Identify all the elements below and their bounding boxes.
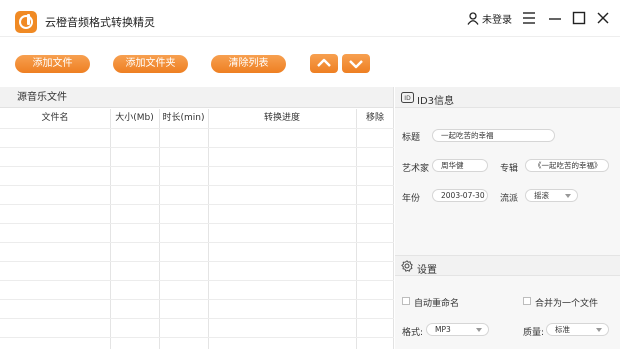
- chevron-up-icon: [317, 58, 331, 67]
- row-divider: [0, 223, 394, 224]
- artist-label: 艺术家: [402, 164, 430, 174]
- column-divider: [356, 109, 357, 349]
- auto-rename-checkbox[interactable]: [402, 297, 410, 305]
- format-select[interactable]: MP3: [426, 323, 489, 336]
- year-field[interactable]: 2003-07-30: [432, 189, 488, 202]
- merge-label: 合并为一个文件: [535, 299, 599, 309]
- row-divider: [0, 147, 394, 148]
- title-bar: 云橙音频格式转换精灵 未登录: [0, 0, 620, 37]
- merge-checkbox[interactable]: [523, 297, 531, 305]
- title-label: 标题: [402, 133, 421, 143]
- chevron-down-icon: [349, 60, 363, 69]
- menu-icon[interactable]: [521, 10, 537, 26]
- user-icon: [467, 12, 479, 25]
- column-divider: [208, 109, 209, 349]
- format-label: 格式:: [402, 328, 424, 338]
- add-folder-button[interactable]: 添加文件夹: [113, 55, 188, 73]
- side-panel: ID ID3信息 标题 一起吃苦的幸福 艺术家 周华健 专辑 《一起吃苦的幸福》…: [395, 87, 620, 349]
- settings-header: 设置: [395, 255, 620, 276]
- quality-value: 标准: [555, 325, 570, 334]
- close-icon[interactable]: [595, 10, 611, 26]
- row-divider: [0, 204, 394, 205]
- quality-select[interactable]: 标准: [546, 323, 609, 336]
- login-label: 未登录: [482, 15, 512, 26]
- row-divider: [0, 299, 394, 300]
- album-field[interactable]: 《一起吃苦的幸福》: [525, 159, 609, 172]
- file-table[interactable]: 文件名 大小(Mb) 时长(min) 转换进度 移除: [0, 109, 394, 349]
- column-divider: [159, 109, 160, 349]
- row-divider: [0, 337, 394, 338]
- app-title: 云橙音频格式转换精灵: [45, 16, 155, 29]
- quality-label: 质量:: [523, 328, 545, 338]
- artist-field[interactable]: 周华健: [432, 159, 488, 172]
- genre-value: 摇滚: [534, 191, 549, 200]
- genre-select[interactable]: 摇滚: [525, 189, 578, 202]
- row-divider: [0, 261, 394, 262]
- auto-rename-label: 自动重命名: [414, 299, 460, 309]
- caret-down-icon: [476, 328, 482, 332]
- gear-icon: [401, 260, 413, 272]
- row-divider: [0, 128, 394, 129]
- title-field[interactable]: 一起吃苦的幸福: [432, 129, 555, 142]
- caret-down-icon: [596, 328, 602, 332]
- row-divider: [0, 242, 394, 243]
- maximize-icon[interactable]: [571, 10, 587, 26]
- column-header-size[interactable]: 大小(Mb): [110, 109, 159, 128]
- id3-title: ID3信息: [417, 96, 455, 107]
- file-list-panel: 源音乐文件 文件名 大小(Mb) 时长(min) 转换进度 移除: [0, 87, 394, 349]
- clear-list-button[interactable]: 清除列表: [211, 55, 286, 73]
- settings-title: 设置: [417, 265, 437, 276]
- toolbar: 添加文件 添加文件夹 清除列表: [0, 37, 620, 87]
- add-file-button[interactable]: 添加文件: [15, 55, 90, 73]
- file-list-title: 源音乐文件: [0, 87, 393, 108]
- year-label: 年份: [402, 194, 421, 204]
- move-up-button[interactable]: [310, 54, 338, 73]
- id3-header: ID ID3信息: [395, 87, 620, 108]
- genre-label: 流派: [500, 194, 519, 204]
- column-header-filename[interactable]: 文件名: [0, 109, 110, 128]
- svg-text:ID: ID: [404, 95, 411, 102]
- column-header-progress[interactable]: 转换进度: [208, 109, 356, 128]
- minimize-icon[interactable]: [547, 10, 563, 26]
- row-divider: [0, 280, 394, 281]
- format-value: MP3: [435, 325, 451, 334]
- column-header-remove[interactable]: 移除: [356, 109, 394, 128]
- row-divider: [0, 166, 394, 167]
- id3-icon: ID: [401, 92, 414, 103]
- row-divider: [0, 185, 394, 186]
- column-divider: [110, 109, 111, 349]
- app-logo-icon: [15, 11, 37, 33]
- caret-down-icon: [565, 194, 571, 198]
- album-label: 专辑: [500, 164, 519, 174]
- move-down-button[interactable]: [342, 54, 370, 73]
- column-header-duration[interactable]: 时长(min): [159, 109, 208, 128]
- row-divider: [0, 318, 394, 319]
- login-link[interactable]: 未登录: [467, 11, 512, 26]
